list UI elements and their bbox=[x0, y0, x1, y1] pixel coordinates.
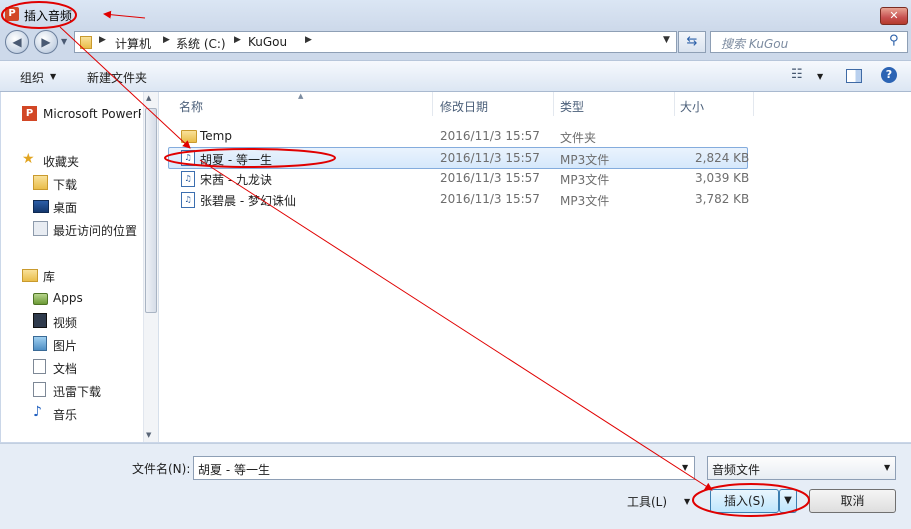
insert-highlight-ellipse bbox=[692, 483, 810, 517]
file-highlight-ellipse bbox=[164, 148, 336, 168]
insert-arrow bbox=[199, 159, 713, 491]
title-arrow bbox=[103, 10, 146, 19]
insert-audio-dialog: P 插入音频 ✕ ◀ ▶ ▼ ▶ 计算机 ▶ 系统 (C:) ▶ KuGou ▶… bbox=[0, 0, 911, 529]
title-highlight-ellipse bbox=[1, 1, 77, 29]
file-arrow bbox=[59, 26, 191, 149]
annotation-overlay bbox=[1, 1, 810, 517]
